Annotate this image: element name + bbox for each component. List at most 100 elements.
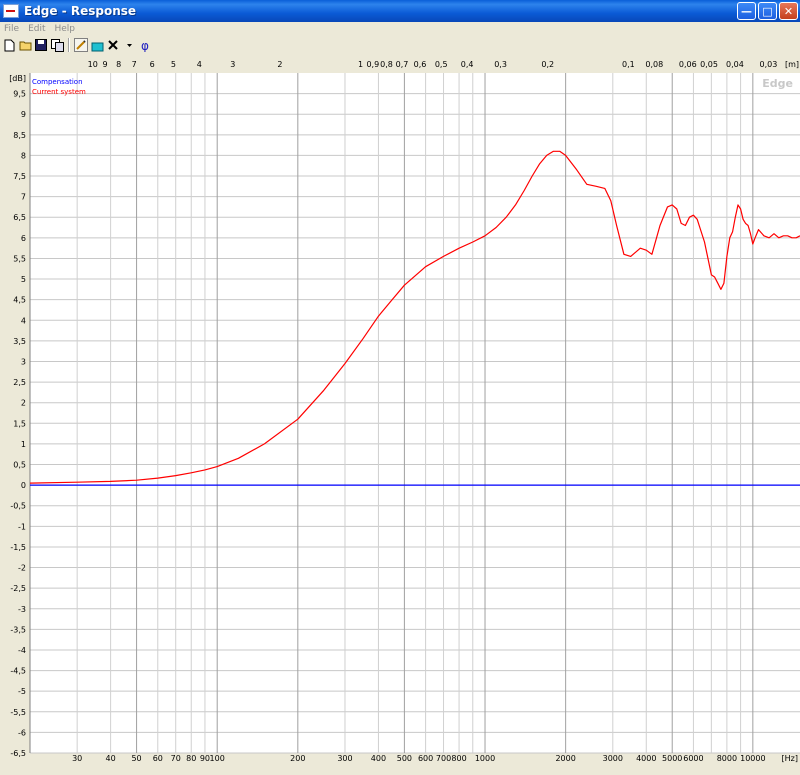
y-tick-label: -0,5 [10,502,26,511]
x-tick-label: 5000 [662,754,682,763]
fill-icon[interactable] [90,38,104,52]
minimize-icon[interactable]: — [737,2,756,20]
y-tick-label: 2,5 [13,378,26,387]
y-tick-label: -1,5 [10,543,26,552]
y-tick-label: 1,5 [13,419,26,428]
x-tick-label: 100 [210,754,225,763]
svg-text:φ: φ [141,39,149,52]
top-tick-label: 9 [102,60,107,69]
legend-compensation: Compensation [32,78,83,86]
top-tick-label: 0,4 [461,60,474,69]
x-tick-label: 1000 [475,754,495,763]
title-bar: Edge - Response — □ ✕ [0,0,800,22]
x-tick-label: 80 [186,754,196,763]
top-tick-label: 7 [132,60,137,69]
y-tick-label: -4 [18,646,26,655]
top-tick-label: 0,05 [700,60,718,69]
top-tick-label: 0,08 [645,60,663,69]
y-tick-label: 6 [21,234,26,243]
y-tick-label: 0,5 [13,461,26,470]
y-tick-label: 3 [21,357,26,366]
x-tick-label: 10000 [740,754,765,763]
maximize-icon[interactable]: □ [758,2,777,20]
y-tick-label: 0 [21,481,26,490]
y-tick-label: -2 [18,564,26,573]
y-tick-label: -6,5 [10,749,26,758]
y-tick-label: -5 [18,687,26,696]
top-tick-label: 0,6 [414,60,427,69]
x-tick-label: 6000 [683,754,703,763]
top-tick-label: 0,3 [494,60,507,69]
x-tick-label: 500 [397,754,412,763]
chart-area: 9,5 9 8,5 8 7,5 7 6,5 6 5,5 5 4,5 4 3,5 3 2,5 2 1,5 1 0,5 0… [0,56,800,775]
x-tick-label: 50 [131,754,141,763]
y-tick-label: 9 [21,110,26,119]
top-tick-label: 0,2 [541,60,554,69]
save-icon[interactable] [34,38,48,52]
top-tick-label: 0,7 [396,60,409,69]
x-tick-label: 40 [106,754,116,763]
top-tick-label: 2 [277,60,282,69]
x-tick-label: 700 [436,754,451,763]
y-tick-label: -3,5 [10,625,26,634]
y-tick-label: 3,5 [13,337,26,346]
menu-bar: File Edit Help [0,22,800,36]
x-tick-label: 800 [451,754,466,763]
y-tick-label: 8,5 [13,131,26,140]
phase-icon[interactable]: φ [138,38,152,52]
x-tick-label: 60 [153,754,163,763]
open-folder-icon[interactable] [18,38,32,52]
x-tick-label: 70 [171,754,181,763]
close-icon[interactable]: ✕ [779,2,798,20]
plot-area [30,73,800,753]
top-tick-label: 0,8 [380,60,393,69]
y-tick-label: 2 [21,399,26,408]
top-tick-label: 6 [150,60,155,69]
x-tick-label: 600 [418,754,433,763]
y-tick-label: 4,5 [13,296,26,305]
x-tick-label: 4000 [636,754,656,763]
top-tick-label: 3 [230,60,235,69]
y-tick-label: 7,5 [13,172,26,181]
menu-file[interactable]: File [0,24,24,34]
x-tick-label: 3000 [603,754,623,763]
y-tick-label: -1 [18,522,26,531]
y-axis-unit: [dB] [9,74,26,83]
top-tick-label: 0,1 [622,60,635,69]
top-tick-label: 5 [171,60,176,69]
top-tick-label: 0,9 [366,60,379,69]
dropdown-icon[interactable] [122,38,136,52]
chart-watermark: Edge [762,77,793,90]
new-document-icon[interactable] [2,38,16,52]
y-tick-label: 1 [21,440,26,449]
y-tick-label: -3 [18,605,26,614]
top-tick-label: 8 [116,60,121,69]
copy-icon[interactable] [50,38,64,52]
y-tick-label: 7 [21,193,26,202]
y-tick-label: 6,5 [13,213,26,222]
y-tick-label: 5,5 [13,254,26,263]
y-tick-label: 9,5 [13,90,26,99]
legend-current-system: Current system [32,88,86,96]
top-tick-label: 0,04 [726,60,744,69]
y-tick-label: -5,5 [10,708,26,717]
y-tick-label: 4 [21,316,26,325]
x-tick-label: 30 [72,754,82,763]
top-tick-label: 0,06 [679,60,697,69]
y-tick-label: -6 [18,728,26,737]
top-axis-unit: [m] [785,60,799,69]
menu-edit[interactable]: Edit [24,24,50,34]
menu-help[interactable]: Help [51,24,81,34]
y-tick-label: -4,5 [10,667,26,676]
delete-icon[interactable] [106,38,120,52]
pen-icon[interactable] [74,38,88,52]
x-tick-label: 300 [337,754,352,763]
toolbar: φ [0,36,800,54]
x-tick-label: 200 [290,754,305,763]
response-chart[interactable]: 9,5 9 8,5 8 7,5 7 6,5 6 5,5 5 4,5 4 3,5 3 2,5 2 1,5 1 0,5 0… [0,56,800,771]
top-tick-label: 1 [358,60,363,69]
x-tick-label: 2000 [555,754,575,763]
app-icon [3,4,19,18]
y-tick-label: 8 [21,151,26,160]
toolbar-separator [68,38,70,52]
